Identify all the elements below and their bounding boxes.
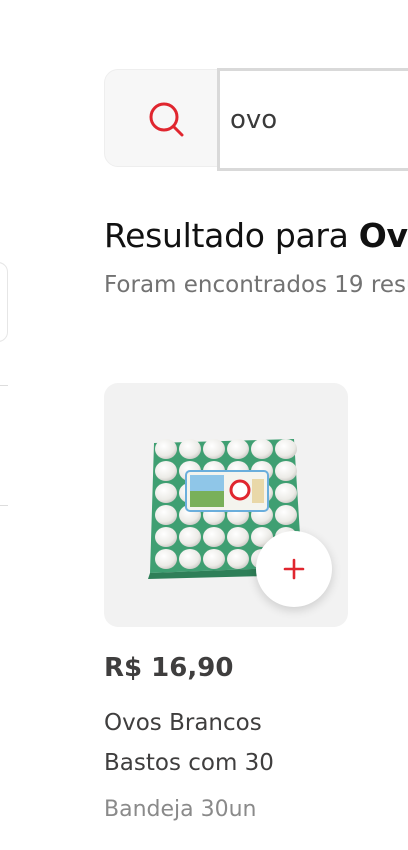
egg (203, 527, 225, 547)
egg (179, 527, 201, 547)
egg (275, 461, 297, 481)
egg (155, 461, 177, 481)
result-count: Foram encontrados 19 resultados (104, 272, 408, 298)
result-title-prefix: Resultado para (104, 216, 359, 255)
egg (155, 549, 177, 569)
product-price: R$ 16,90 (104, 653, 234, 683)
divider (0, 385, 8, 386)
egg (251, 439, 273, 459)
egg (227, 549, 249, 569)
egg (155, 439, 177, 459)
product-unit: Bandeja 30un (104, 797, 257, 822)
page-title: Resultado para Ovo (104, 216, 408, 255)
add-to-cart-button[interactable] (256, 531, 332, 607)
search-input[interactable] (217, 68, 408, 171)
product-name[interactable]: Ovos Brancos Bastos com 30 (104, 703, 344, 783)
egg (275, 439, 297, 459)
divider (0, 505, 8, 506)
egg (227, 527, 249, 547)
egg (275, 505, 297, 525)
egg (179, 439, 201, 459)
egg (179, 549, 201, 569)
filter-card-edge[interactable] (0, 262, 8, 342)
search-results-page: Resultado para Ovo Foram encontrados 19 … (0, 0, 408, 850)
egg (203, 439, 225, 459)
plus-icon (283, 558, 305, 580)
result-query: Ovo (358, 216, 408, 255)
search-bar (104, 68, 408, 171)
egg (155, 483, 177, 503)
search-icon[interactable] (147, 100, 187, 140)
egg (275, 483, 297, 503)
egg (227, 439, 249, 459)
product-card[interactable]: R$ 16,90 Ovos Brancos Bastos com 30 Band… (104, 383, 348, 833)
egg (155, 527, 177, 547)
product-image[interactable] (104, 383, 348, 627)
egg (203, 549, 225, 569)
egg (155, 505, 177, 525)
